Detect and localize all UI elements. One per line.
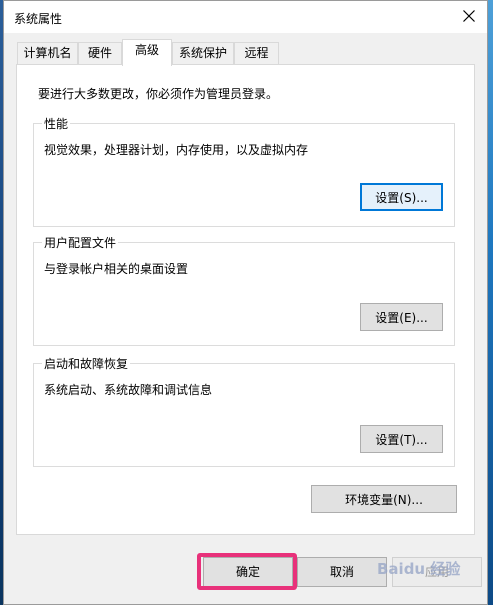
- admin-notice: 要进行大多数更改，你必须作为管理员登录。: [38, 87, 279, 101]
- performance-description: 视觉效果，处理器计划，内存使用，以及虚拟内存: [44, 143, 309, 157]
- advanced-tab-panel: 要进行大多数更改，你必须作为管理员登录。 性能 视觉效果，处理器计划，内存使用，…: [16, 64, 475, 535]
- system-properties-window: 系统属性 计算机名 硬件 高级 系统保护 远程 要进行大多数更改，你必须作为管理…: [3, 0, 488, 605]
- title-bar: 系统属性: [4, 1, 487, 33]
- close-icon: [463, 10, 475, 22]
- cancel-button[interactable]: 取消: [297, 557, 387, 587]
- performance-settings-button[interactable]: 设置(S)...: [360, 183, 443, 211]
- environment-variables-button[interactable]: 环境变量(N)...: [311, 485, 457, 513]
- tab-computer-name[interactable]: 计算机名: [17, 42, 78, 64]
- performance-group: 性能 视觉效果，处理器计划，内存使用，以及虚拟内存 设置(S)...: [33, 115, 455, 227]
- tab-system-protection[interactable]: 系统保护: [172, 42, 234, 64]
- user-profiles-description: 与登录帐户相关的桌面设置: [44, 262, 189, 276]
- desktop-background-right: [488, 0, 493, 605]
- window-title: 系统属性: [14, 12, 63, 26]
- user-profiles-group-title: 用户配置文件: [42, 234, 119, 251]
- startup-recovery-group: 启动和故障恢复 系统启动、系统故障和调试信息 设置(T)...: [33, 355, 455, 467]
- user-profiles-group: 用户配置文件 与登录帐户相关的桌面设置 设置(E)...: [33, 234, 455, 346]
- tab-remote[interactable]: 远程: [234, 42, 279, 64]
- user-profiles-settings-button[interactable]: 设置(E)...: [360, 303, 443, 331]
- close-button[interactable]: [455, 3, 483, 29]
- tab-hardware[interactable]: 硬件: [78, 42, 122, 64]
- tab-advanced[interactable]: 高级: [122, 39, 172, 66]
- performance-group-title: 性能: [42, 115, 71, 132]
- startup-recovery-settings-button[interactable]: 设置(T)...: [360, 425, 443, 453]
- startup-recovery-group-title: 启动和故障恢复: [42, 355, 131, 372]
- ok-button-highlight: [197, 553, 297, 590]
- watermark: Baidu 经验: [377, 560, 461, 578]
- startup-recovery-description: 系统启动、系统故障和调试信息: [44, 383, 213, 397]
